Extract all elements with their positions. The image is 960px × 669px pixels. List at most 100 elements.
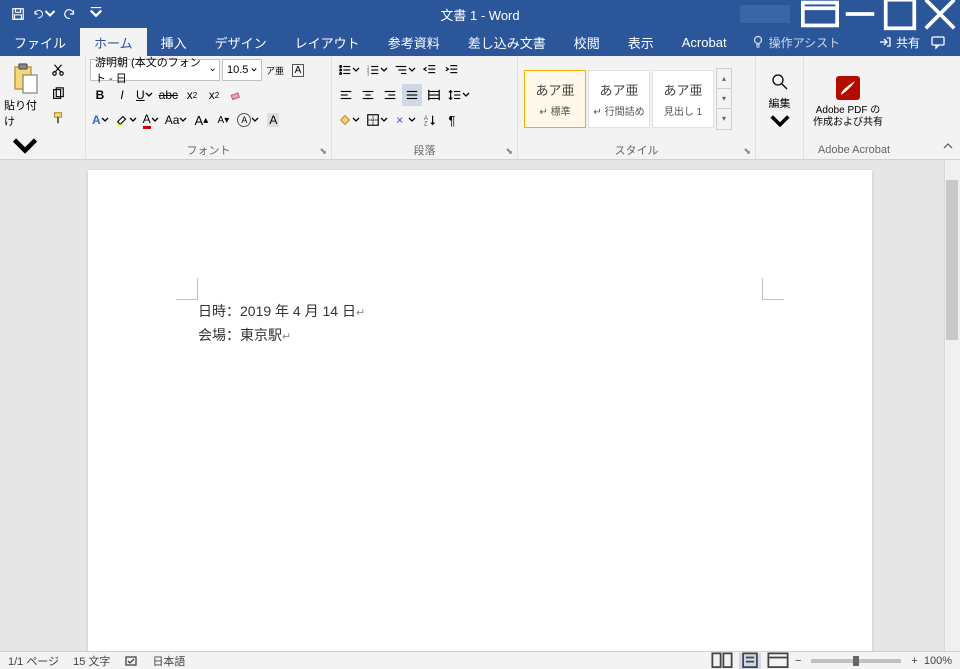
tab-acrobat[interactable]: Acrobat (668, 28, 741, 56)
style-gallery-expand[interactable]: ▾ (717, 109, 731, 128)
style-scroll-up[interactable]: ▴ (717, 69, 731, 89)
font-launcher[interactable]: ⬊ (319, 146, 327, 157)
undo-button[interactable] (32, 2, 56, 26)
print-layout-button[interactable] (739, 653, 761, 669)
change-case-button[interactable]: Aa (163, 109, 190, 131)
sort-button[interactable]: AZ (420, 109, 440, 131)
increase-indent-button[interactable] (442, 59, 462, 81)
tab-mailings[interactable]: 差し込み文書 (454, 28, 560, 56)
zoom-in-button[interactable]: + (911, 655, 917, 667)
cut-button[interactable] (48, 59, 68, 81)
maximize-button[interactable] (880, 0, 920, 28)
style-no-spacing[interactable]: あア亜 ↵ 行間詰め (588, 70, 650, 128)
style-scroll-down[interactable]: ▾ (717, 89, 731, 109)
ribbon: 貼り付け クリップボード ⬊ (0, 56, 960, 160)
word-count[interactable]: 15 文字 (73, 653, 110, 669)
status-right: − + 100% (711, 653, 952, 669)
enclose-char-button[interactable]: A (235, 109, 261, 131)
decrease-indent-button[interactable] (420, 59, 440, 81)
read-mode-button[interactable] (711, 653, 733, 669)
zoom-slider[interactable] (811, 659, 901, 663)
style-normal[interactable]: あア亜 ↵ 標準 (524, 70, 586, 128)
clear-formatting-button[interactable] (226, 84, 246, 106)
document-page[interactable]: 日時：2019 年 4 月 14 日↵ 会場：東京駅↵ (88, 170, 872, 651)
qat-customize-button[interactable] (84, 2, 108, 26)
align-left-button[interactable] (336, 84, 356, 106)
collapse-ribbon-button[interactable] (942, 140, 954, 155)
spellcheck-icon[interactable] (124, 654, 138, 668)
web-layout-button[interactable] (767, 653, 789, 669)
italic-button[interactable]: I (112, 84, 132, 106)
chevron-down-icon (210, 67, 215, 73)
lightbulb-icon (751, 35, 765, 49)
tab-references[interactable]: 参考資料 (374, 28, 454, 56)
shading-button[interactable] (336, 109, 362, 131)
page-indicator[interactable]: 1/1 ページ (8, 653, 59, 669)
char-shading-button[interactable]: A (263, 109, 283, 131)
superscript-button[interactable]: x2 (204, 84, 224, 106)
save-button[interactable] (6, 2, 30, 26)
share-button[interactable]: 共有 (878, 34, 920, 51)
numbering-button[interactable]: 123 (364, 59, 390, 81)
user-account-badge[interactable] (740, 5, 790, 23)
font-name-combo[interactable]: 游明朝 (本文のフォント - 日 (90, 59, 220, 81)
align-center-button[interactable] (358, 84, 378, 106)
editing-button[interactable]: 編集 (760, 59, 799, 138)
tab-view[interactable]: 表示 (614, 28, 668, 56)
zoom-slider-thumb[interactable] (853, 656, 859, 666)
format-painter-button[interactable] (48, 107, 68, 129)
paragraph-launcher[interactable]: ⬊ (505, 146, 513, 157)
adobe-pdf-button[interactable]: Adobe PDF の作成および共有 (808, 59, 888, 138)
document-body[interactable]: 日時：2019 年 4 月 14 日↵ 会場：東京駅↵ (198, 300, 762, 348)
styles-launcher[interactable]: ⬊ (743, 146, 751, 157)
line-spacing-button[interactable] (446, 84, 472, 106)
language-indicator[interactable]: 日本語 (152, 653, 185, 669)
show-marks-button[interactable]: ¶ (442, 109, 462, 131)
scrollbar-thumb[interactable] (946, 180, 958, 340)
tab-insert[interactable]: 挿入 (147, 28, 201, 56)
zoom-out-button[interactable]: − (795, 655, 801, 667)
maximize-icon (880, 0, 920, 34)
minimize-button[interactable] (840, 0, 880, 28)
copy-button[interactable] (48, 83, 68, 105)
grow-font-button[interactable]: A▴ (191, 109, 211, 131)
bullets-icon (338, 63, 352, 77)
borders-button[interactable] (364, 109, 390, 131)
chevron-down-icon (129, 113, 137, 127)
multilevel-button[interactable] (392, 59, 418, 81)
style-heading1[interactable]: あア亜 見出し 1 (652, 70, 714, 128)
shrink-font-button[interactable]: A▾ (213, 109, 233, 131)
zoom-level[interactable]: 100% (924, 655, 952, 667)
align-justify-button[interactable] (402, 84, 422, 106)
char-border-button[interactable]: A (288, 59, 308, 81)
bold-button[interactable]: B (90, 84, 110, 106)
tab-design[interactable]: デザイン (201, 28, 281, 56)
phonetic-guide-button[interactable]: ア亜 (264, 59, 286, 81)
ribbon-display-options-button[interactable] (800, 0, 840, 28)
tab-layout[interactable]: レイアウト (281, 28, 374, 56)
underline-button[interactable]: U (134, 84, 155, 106)
document-line[interactable]: 会場：東京駅↵ (198, 324, 762, 348)
redo-button[interactable] (58, 2, 82, 26)
tab-file[interactable]: ファイル (0, 28, 80, 56)
document-line[interactable]: 日時：2019 年 4 月 14 日↵ (198, 300, 762, 324)
bullets-button[interactable] (336, 59, 362, 81)
distributed-button[interactable] (424, 84, 444, 106)
font-size-combo[interactable]: 10.5 (222, 59, 262, 81)
strikethrough-button[interactable]: abc (157, 84, 180, 106)
highlight-button[interactable] (113, 109, 139, 131)
comments-icon[interactable] (930, 34, 946, 50)
subscript-button[interactable]: x2 (182, 84, 202, 106)
chevron-down-icon (89, 7, 103, 21)
font-color-button[interactable]: A (141, 109, 161, 131)
redo-icon (63, 7, 77, 21)
asian-layout-button[interactable]: ✕ (392, 109, 418, 131)
paste-button[interactable]: 貼り付け (4, 59, 46, 163)
align-right-button[interactable] (380, 84, 400, 106)
share-icon (878, 35, 892, 49)
tab-home[interactable]: ホーム (80, 28, 147, 56)
close-button[interactable] (920, 0, 960, 28)
text-effects-button[interactable]: A (90, 109, 111, 131)
vertical-scrollbar[interactable] (944, 160, 960, 651)
tab-review[interactable]: 校閲 (560, 28, 614, 56)
